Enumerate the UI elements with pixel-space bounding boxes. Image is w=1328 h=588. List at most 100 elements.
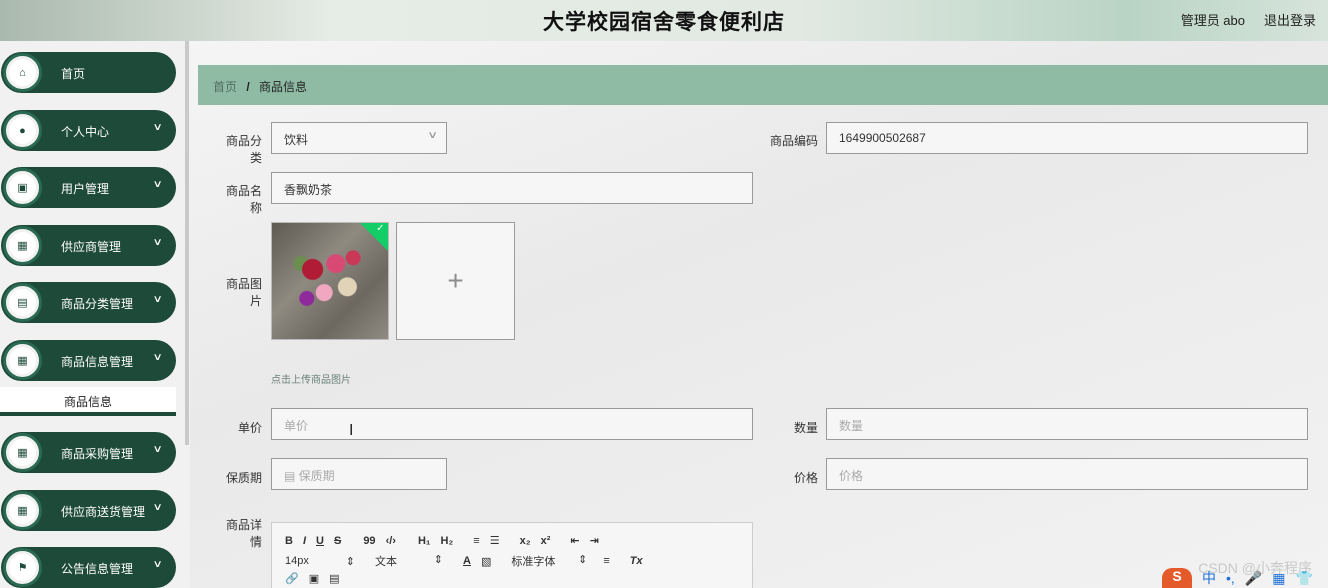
italic-button[interactable]: I [303, 535, 306, 547]
top-header: 大学校园宿舍零食便利店 管理员 abo 退出登录 [0, 0, 1328, 41]
calendar-icon: ▤ [284, 469, 299, 483]
grid-icon: ▦ [9, 347, 36, 374]
sidebar-item-label: 用户管理 [61, 182, 110, 196]
ime-logo: S [1162, 568, 1192, 588]
price-field[interactable]: 单价 [271, 408, 753, 440]
chevron-down-icon: ∨ [152, 444, 163, 455]
submenu-item-product-info[interactable]: 商品信息 [0, 387, 176, 416]
grid-icon: ▦ [9, 497, 36, 524]
breadcrumb: 首页 / 商品信息 [198, 65, 1328, 105]
document-icon: ▤ [9, 289, 36, 316]
person-icon: ● [9, 117, 36, 144]
chevron-down-icon: ∨ [426, 130, 438, 141]
ime-skin-icon: 👕 [1295, 569, 1313, 586]
grid-icon: ▦ [9, 439, 36, 466]
background-color-button[interactable]: ▧ [481, 555, 491, 568]
home-icon: ⌂ [9, 59, 36, 86]
grid-icon: ▦ [9, 232, 36, 259]
sidebar-item-deliveries[interactable]: ▦ 供应商送货管理 ∨ [1, 490, 176, 531]
upload-tip: 点击上传商品图片 [271, 375, 351, 386]
sidebar-item-home[interactable]: ⌂ 首页 [1, 52, 176, 93]
select-arrows-icon: ⇕ [578, 554, 588, 566]
indent-button[interactable]: ⇥ [590, 534, 599, 547]
sidebar-item-label: 供应商管理 [61, 240, 122, 254]
heading-2-button[interactable]: H₂ [440, 535, 453, 547]
code-block-button[interactable]: ‹/› [386, 535, 396, 547]
font-color-button[interactable]: A [463, 555, 471, 567]
ime-toolbar: S 中 •, 🎤 ▦ 👕 [1162, 568, 1328, 588]
upload-button[interactable]: + [396, 222, 515, 340]
qty-field[interactable]: 数量 [826, 408, 1308, 440]
sidebar-scrollbar[interactable] [185, 41, 189, 445]
name-label: 商品名称 [225, 184, 262, 215]
ime-keyboard-icon: ▦ [1272, 569, 1286, 586]
sidebar-item-purchasing[interactable]: ▦ 商品采购管理 ∨ [1, 432, 176, 473]
sidebar-item-announcements[interactable]: ⚑ 公告信息管理 ∨ [1, 547, 176, 588]
image-icon[interactable]: ▣ [309, 572, 319, 585]
category-select[interactable]: 饮料 ∨ [271, 122, 447, 154]
amount-label: 价格 [793, 471, 818, 485]
name-field[interactable]: 香飘奶茶 [271, 172, 753, 204]
ordered-list-button[interactable]: ≡ [473, 535, 479, 547]
price-label: 单价 [237, 421, 262, 435]
chevron-down-icon: ∨ [152, 294, 163, 305]
sidebar-item-profile[interactable]: ● 个人中心 ∨ [1, 110, 176, 151]
chart-icon: ▣ [9, 174, 36, 201]
select-arrows-icon: ⇕ [345, 555, 355, 568]
logout-link[interactable]: 退出登录 [1264, 10, 1316, 29]
category-label: 商品分类 [225, 134, 262, 165]
editor-toolbar-row-2: 14px ⇕ 文本 ⇕ A ▧ 标准字体 ⇕ ≡ Tx [285, 553, 653, 569]
chevron-down-icon: ∨ [152, 122, 163, 133]
flag-icon: ⚑ [9, 554, 36, 581]
font-size-select[interactable]: 14px ⇕ [285, 555, 355, 568]
chevron-down-icon: ∨ [152, 352, 163, 363]
shelf-life-date-field[interactable]: ▤ 保质期 [271, 458, 447, 490]
sidebar-item-product-info[interactable]: ▦ 商品信息管理 ∨ [1, 340, 176, 381]
editor-toolbar-row-1: B I U S 99 ‹/› H₁ H₂ ≡ ☰ x₂ x² ⇤ ⇥ [285, 534, 609, 548]
upload-success-badge: ✓ [359, 222, 388, 251]
code-label: 商品编码 [770, 134, 819, 148]
sidebar-item-users[interactable]: ▣ 用户管理 ∨ [1, 167, 176, 208]
clear-format-button[interactable]: Tx [630, 555, 643, 567]
amount-field[interactable]: 价格 [826, 458, 1308, 490]
select-arrows-icon: ⇕ [433, 554, 443, 566]
sidebar-item-label: 公告信息管理 [61, 562, 134, 576]
underline-button[interactable]: U [316, 535, 324, 547]
qty-label: 数量 [793, 421, 818, 435]
sidebar-item-label: 个人中心 [61, 125, 110, 139]
ime-punctuation-icon: •, [1226, 570, 1235, 586]
link-icon[interactable]: 🔗 [285, 572, 299, 585]
font-family-value: 标准字体 [511, 556, 556, 568]
chevron-down-icon: ∨ [152, 559, 163, 570]
bullet-list-button[interactable]: ☰ [490, 534, 500, 547]
chevron-down-icon: ∨ [152, 179, 163, 190]
chevron-down-icon: ∨ [152, 502, 163, 513]
category-value: 饮料 [284, 133, 309, 147]
heading-1-button[interactable]: H₁ [418, 535, 431, 547]
video-icon[interactable]: ▤ [329, 572, 339, 585]
bold-button[interactable]: B [285, 535, 293, 547]
check-icon: ✓ [376, 222, 385, 234]
sidebar-item-categories[interactable]: ▤ 商品分类管理 ∨ [1, 282, 176, 323]
strikethrough-button[interactable]: S [334, 535, 341, 547]
text-cursor-icon: I [349, 422, 354, 439]
superscript-button[interactable]: x² [541, 535, 551, 547]
sidebar-item-label: 首页 [61, 67, 86, 81]
chevron-down-icon: ∨ [152, 237, 163, 248]
font-size-value: 14px [285, 554, 309, 567]
align-button[interactable]: ≡ [603, 555, 609, 567]
ime-chinese-icon: 中 [1202, 570, 1216, 586]
font-family-select[interactable]: 标准字体 ⇕ [511, 553, 587, 569]
sidebar-item-suppliers[interactable]: ▦ 供应商管理 ∨ [1, 225, 176, 266]
rich-text-editor[interactable]: B I U S 99 ‹/› H₁ H₂ ≡ ☰ x₂ x² ⇤ ⇥ 14px … [271, 522, 753, 588]
text-style-select[interactable]: 文本 ⇕ [375, 553, 443, 569]
sidebar-item-label: 商品采购管理 [61, 447, 134, 461]
code-field[interactable]: 1649900502687 [826, 122, 1308, 154]
product-image-thumbnail[interactable]: ✓ [271, 222, 389, 340]
outdent-button[interactable]: ⇤ [570, 534, 579, 547]
sidebar-item-label: 商品分类管理 [61, 297, 134, 311]
subscript-button[interactable]: x₂ [520, 535, 531, 547]
sidebar: ⌂ 首页 ● 个人中心 ∨ ▣ 用户管理 ∨ ▦ 供应商管理 ∨ ▤ 商品分类管… [0, 41, 190, 588]
blockquote-button[interactable]: 99 [363, 535, 375, 547]
breadcrumb-home[interactable]: 首页 [213, 80, 237, 94]
